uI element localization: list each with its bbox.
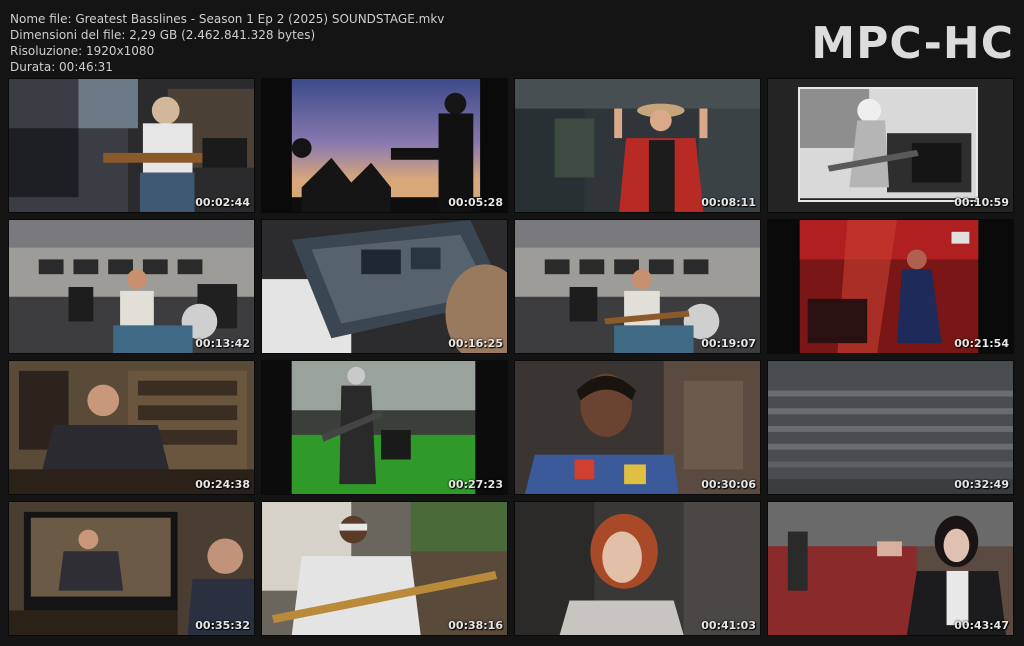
timestamp: 00:32:49 (954, 478, 1009, 491)
thumbnail-image (262, 220, 507, 353)
timestamp: 00:16:25 (448, 337, 503, 350)
thumbnail-image (9, 220, 254, 353)
thumbnail-image (9, 361, 254, 494)
timestamp: 00:19:07 (701, 337, 756, 350)
thumbnail-13[interactable]: 00:35:32 (8, 501, 255, 636)
timestamp: 00:10:59 (954, 196, 1009, 209)
thumbnail-image (9, 502, 254, 635)
thumbnail-image (768, 502, 1013, 635)
timestamp: 00:21:54 (954, 337, 1009, 350)
timestamp: 00:35:32 (195, 619, 250, 632)
thumbnail-image (515, 502, 760, 635)
thumbnail-4[interactable]: 00:10:59 (767, 78, 1014, 213)
timestamp: 00:30:06 (701, 478, 756, 491)
timestamp: 00:38:16 (448, 619, 503, 632)
file-info-panel: Nome file: Greatest Basslines - Season 1… (10, 11, 444, 75)
mpc-hc-logo: MPC-HC (811, 18, 1014, 69)
thumbnail-image (262, 361, 507, 494)
thumbnail-3[interactable]: 00:08:11 (514, 78, 761, 213)
timestamp: 00:24:38 (195, 478, 250, 491)
thumbnail-image (262, 79, 507, 212)
timestamp: 00:43:47 (954, 619, 1009, 632)
thumbnail-11[interactable]: 00:30:06 (514, 360, 761, 495)
thumbnail-10[interactable]: 00:27:23 (261, 360, 508, 495)
thumbnail-14[interactable]: 00:38:16 (261, 501, 508, 636)
timestamp: 00:41:03 (701, 619, 756, 632)
thumbnail-9[interactable]: 00:24:38 (8, 360, 255, 495)
timestamp: 00:02:44 (195, 196, 250, 209)
thumbnail-6[interactable]: 00:16:25 (261, 219, 508, 354)
thumbnail-image (515, 79, 760, 212)
thumbnail-image (262, 502, 507, 635)
timestamp: 00:13:42 (195, 337, 250, 350)
thumbnail-5[interactable]: 00:13:42 (8, 219, 255, 354)
thumbnail-image (515, 220, 760, 353)
file-size: Dimensioni del file: 2,29 GB (2.462.841.… (10, 28, 316, 42)
file-name: Nome file: Greatest Basslines - Season 1… (10, 12, 445, 26)
thumbnail-8[interactable]: 00:21:54 (767, 219, 1014, 354)
thumbnail-1[interactable]: 00:02:44 (8, 78, 255, 213)
thumbnail-7[interactable]: 00:19:07 (514, 219, 761, 354)
timestamp: 00:08:11 (701, 196, 756, 209)
timestamp: 00:05:28 (448, 196, 503, 209)
thumbnail-16[interactable]: 00:43:47 (767, 501, 1014, 636)
thumbnail-grid: 00:02:44 00:05:28 00:08:11 00:10:59 00:1… (8, 78, 1016, 636)
timestamp: 00:27:23 (448, 478, 503, 491)
thumbnail-15[interactable]: 00:41:03 (514, 501, 761, 636)
thumbnail-12[interactable]: 00:32:49 (767, 360, 1014, 495)
thumbnail-image (768, 220, 1013, 353)
file-duration: Durata: 00:46:31 (10, 60, 113, 74)
thumbnail-image (9, 79, 254, 212)
thumbnail-2[interactable]: 00:05:28 (261, 78, 508, 213)
thumbnail-image (768, 361, 1013, 494)
thumbnail-image (515, 361, 760, 494)
file-resolution: Risoluzione: 1920x1080 (10, 44, 155, 58)
selection-frame (798, 87, 978, 202)
